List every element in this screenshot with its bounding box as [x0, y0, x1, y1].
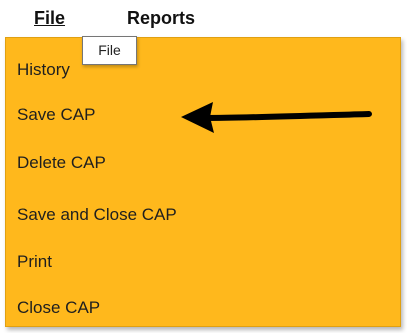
menu-item-print[interactable]: Print: [17, 252, 52, 272]
file-tooltip: File: [82, 36, 137, 65]
menu-item-save-and-close-cap[interactable]: Save and Close CAP: [17, 205, 177, 225]
menu-bar: File Reports: [0, 0, 407, 36]
menu-item-save-cap[interactable]: Save CAP: [17, 105, 95, 125]
menu-item-close-cap[interactable]: Close CAP: [17, 298, 100, 318]
menu-item-delete-cap[interactable]: Delete CAP: [17, 153, 106, 173]
file-dropdown-menu: History Save CAP Delete CAP Save and Clo…: [5, 37, 401, 327]
file-menu[interactable]: File: [34, 7, 65, 29]
reports-menu[interactable]: Reports: [127, 7, 195, 29]
menu-item-history[interactable]: History: [17, 60, 70, 80]
